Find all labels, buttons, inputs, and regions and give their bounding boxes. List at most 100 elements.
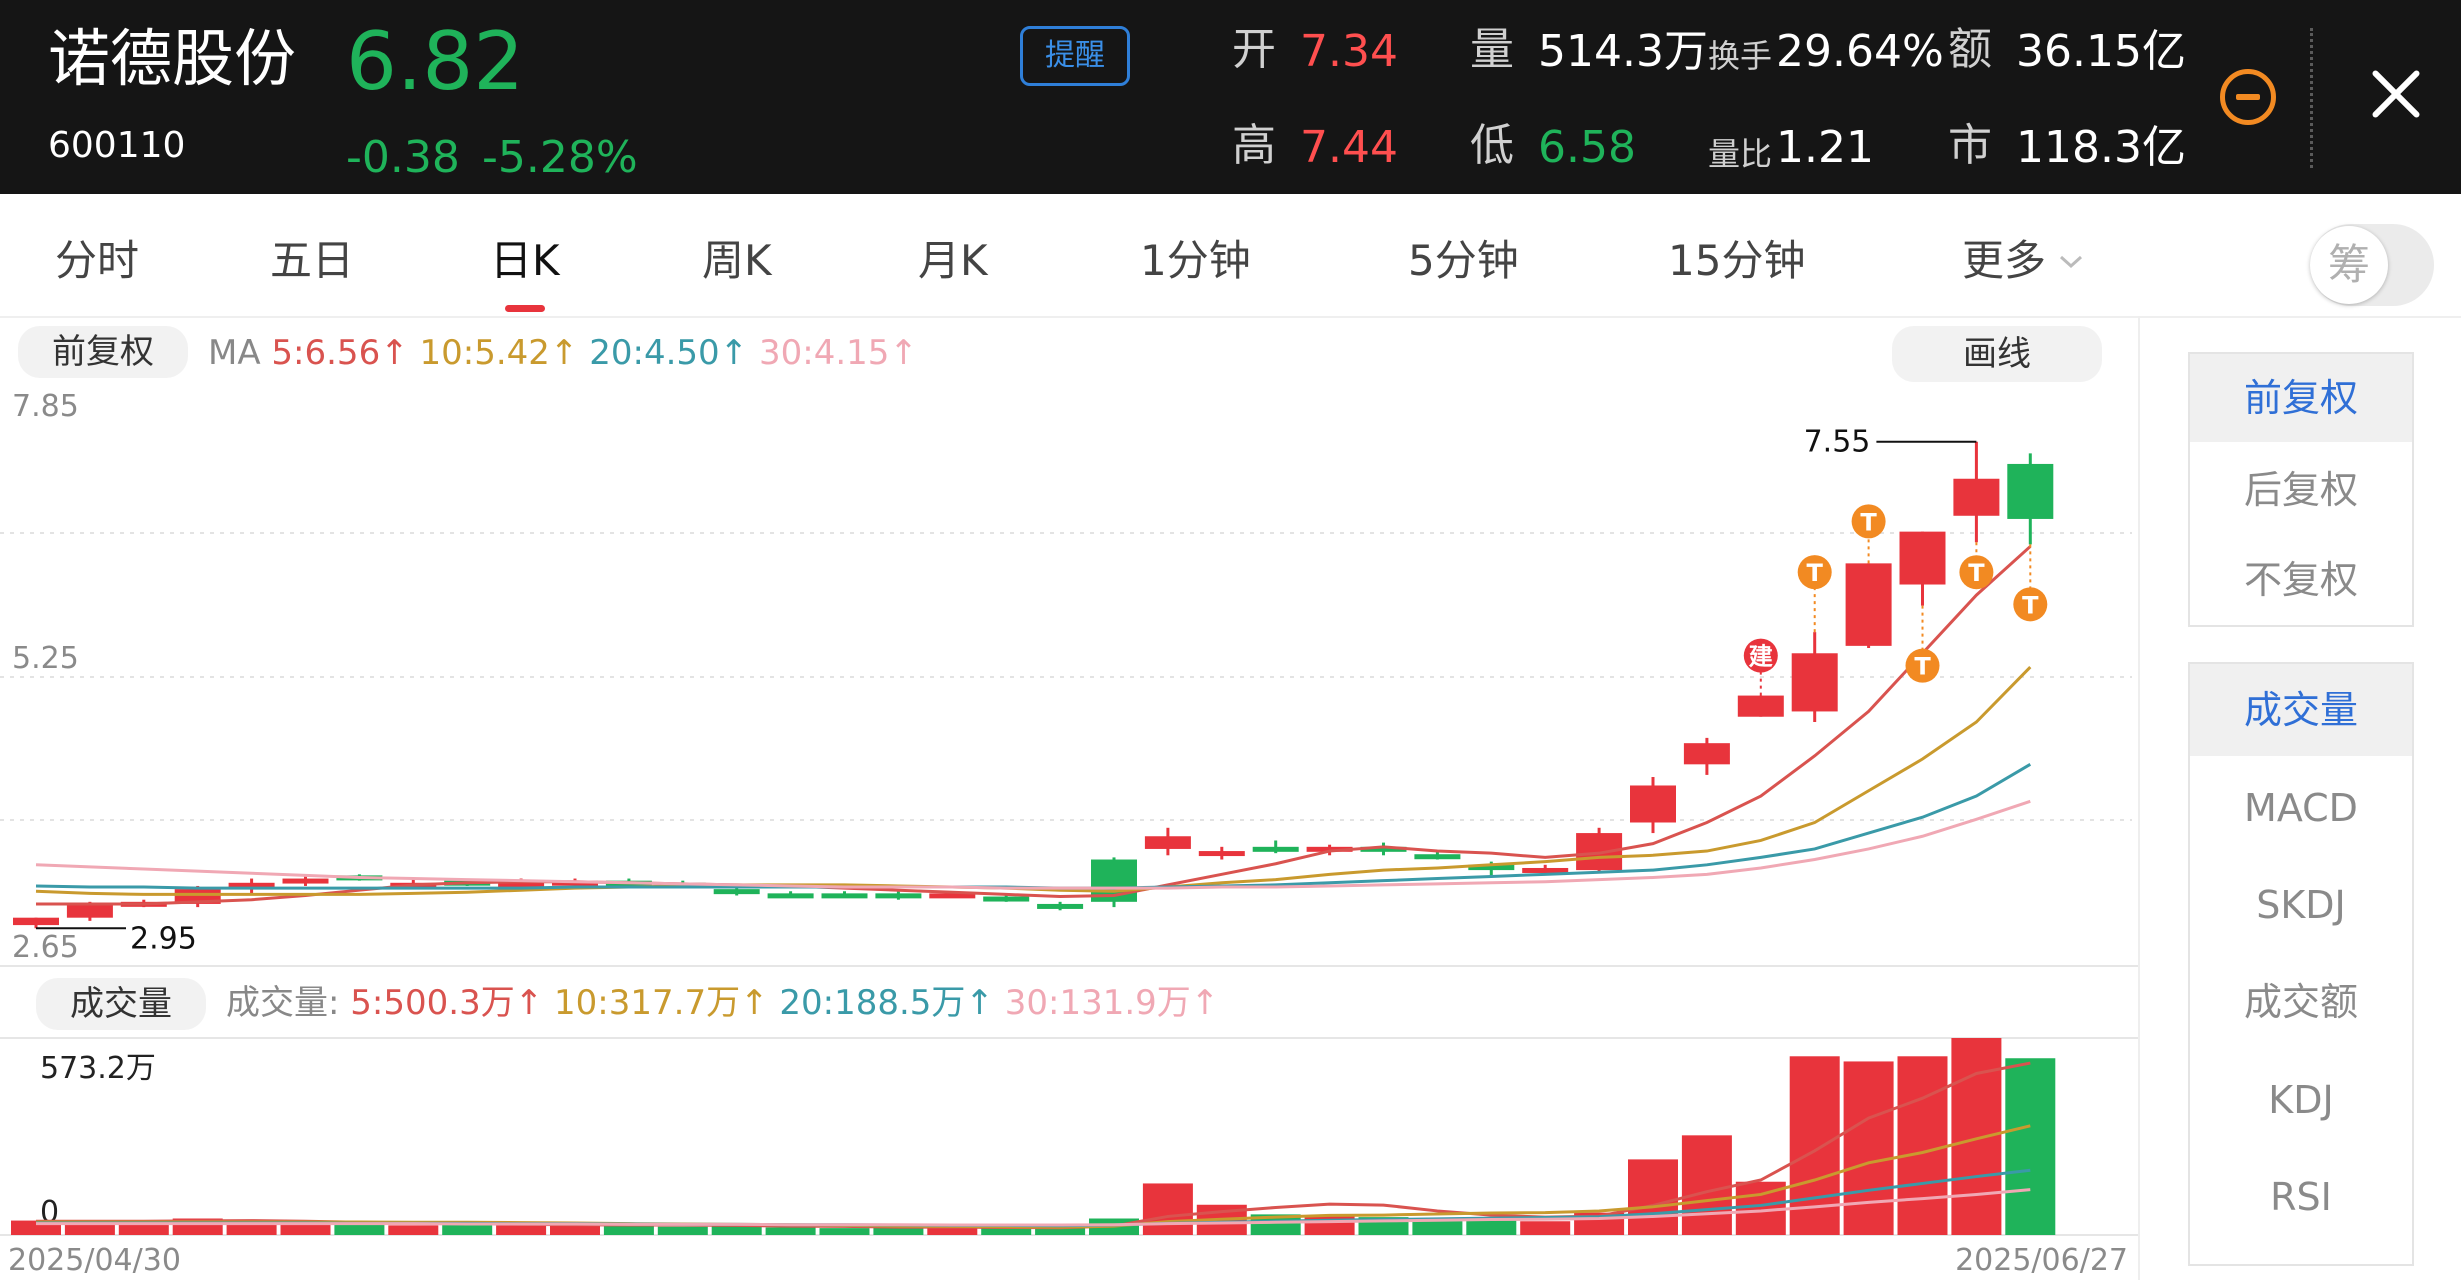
ma-legend-20: 20:4.50↑ <box>589 333 749 373</box>
adjust-options-panel: 前复权 后复权 不复权 <box>2188 352 2414 627</box>
ma-legend: MA 5:6.56↑ 10:5.42↑ 20:4.50↑ 30:4.15↑ <box>208 336 918 370</box>
volume-bar <box>1628 1159 1678 1235</box>
volume-bar <box>496 1224 547 1235</box>
quote-value-turnover: 29.64% <box>1776 26 1944 77</box>
kline-chart[interactable]: 7.85 5.25 2.65 建TTTTT 7.55 2.95 573.2万 0… <box>0 390 2140 1280</box>
signal-badge-label: 建 <box>1749 643 1773 671</box>
candle-body <box>875 893 922 899</box>
candle-series <box>13 441 2054 929</box>
signal-badge-label: T <box>1807 559 1824 587</box>
indicator-volume[interactable]: 成交量 <box>2190 664 2412 756</box>
candle-body <box>1037 903 1084 909</box>
volume-bar <box>1466 1219 1517 1235</box>
volume-bar <box>334 1224 385 1235</box>
stock-name: 诺德股份 <box>48 22 297 95</box>
tab-weekly-k[interactable]: 周K <box>702 240 772 282</box>
quote-label-market-cap: 市 <box>1948 120 1992 171</box>
date-start-label: 2025/04/30 <box>8 1243 181 1278</box>
option-backward-adjust[interactable]: 后复权 <box>2190 446 2412 534</box>
adjust-mode-pill[interactable]: 前复权 <box>18 326 188 378</box>
current-price: 6.82 <box>346 15 525 108</box>
high-marker-label: 7.55 <box>1804 425 1871 460</box>
volume-bar <box>711 1226 762 1235</box>
quote-label-open: 开 <box>1232 24 1276 75</box>
header-divider <box>2310 28 2313 168</box>
quote-value-low: 6.58 <box>1538 122 1636 173</box>
volume-bar <box>603 1226 654 1235</box>
ma-line <box>35 799 2031 890</box>
stock-code: 600110 <box>48 125 186 166</box>
candle-body <box>1683 743 1730 765</box>
ma-line <box>35 763 2032 890</box>
draw-line-button[interactable]: 画线 <box>1892 326 2102 382</box>
signal-badge-label: T <box>1968 559 1985 587</box>
quote-label-turnover: 换手 <box>1708 37 1773 75</box>
indicator-amount[interactable]: 成交额 <box>2190 956 2412 1048</box>
candle-body <box>66 903 113 918</box>
option-no-adjust[interactable]: 不复权 <box>2190 536 2412 624</box>
candle-body <box>1791 653 1838 712</box>
indicator-panel: 成交量 MACD SKDJ 成交额 KDJ RSI <box>2188 662 2414 1266</box>
price-axis-top: 7.85 <box>12 390 79 424</box>
tab-1min[interactable]: 1分钟 <box>1140 240 1251 282</box>
candle-body <box>13 917 59 926</box>
price-change: -0.38 <box>346 132 460 183</box>
active-tab-indicator <box>505 305 545 312</box>
tab-intraday[interactable]: 分时 <box>55 240 139 282</box>
candle-body <box>983 896 1030 902</box>
candle-body <box>1845 563 1892 646</box>
tab-five-day[interactable]: 五日 <box>270 240 354 282</box>
ma-legend-5: 5:6.56↑ <box>271 333 409 373</box>
volume-bar <box>550 1225 600 1235</box>
volume-bar <box>1304 1215 1355 1235</box>
quote-label-high: 高 <box>1232 120 1276 171</box>
candle-body <box>1630 785 1676 823</box>
volume-bar <box>280 1224 331 1235</box>
volume-bar <box>442 1224 493 1235</box>
volume-bar <box>1951 1038 2002 1235</box>
signal-badge-label: T <box>2022 591 2039 619</box>
candle-body <box>282 878 329 884</box>
candle-body <box>713 889 760 895</box>
indicator-skdj[interactable]: SKDJ <box>2190 859 2412 951</box>
date-end-label: 2025/06/27 <box>1955 1243 2128 1278</box>
price-axis-bottom: 2.65 <box>12 930 79 965</box>
low-marker-label: 2.95 <box>130 921 197 956</box>
alert-button[interactable]: 提醒 <box>1020 26 1130 86</box>
quote-label-low: 低 <box>1470 120 1514 171</box>
signal-badge-label: T <box>1860 508 1877 536</box>
tab-more[interactable]: 更多 <box>1962 240 2046 282</box>
indicator-rsi[interactable]: RSI <box>2190 1151 2412 1243</box>
candle-body <box>1899 531 1946 585</box>
volume-bar <box>1897 1056 1948 1235</box>
ma-legend-prefix: MA <box>208 333 261 373</box>
candle-body <box>1252 846 1299 852</box>
volume-bar <box>1142 1183 1193 1235</box>
indicator-kdj[interactable]: KDJ <box>2190 1054 2412 1146</box>
period-tabs: 分时 五日 日K 周K 月K 1分钟 5分钟 15分钟 更多 <box>0 212 2461 318</box>
quote-value-open: 7.34 <box>1300 26 1398 77</box>
quote-label-volume-ratio: 量比 <box>1708 135 1773 173</box>
close-icon[interactable] <box>2364 64 2424 124</box>
tab-15min[interactable]: 15分钟 <box>1668 240 1805 282</box>
candle-body <box>1737 695 1784 717</box>
ma-legend-10: 10:5.42↑ <box>419 333 579 373</box>
chip-distribution-toggle[interactable]: 筹 <box>2310 224 2434 306</box>
tab-daily-k[interactable]: 日K <box>490 240 560 282</box>
quote-label-volume: 量 <box>1470 24 1514 75</box>
candle-body <box>821 893 868 899</box>
indicator-macd[interactable]: MACD <box>2190 762 2412 854</box>
candle-body <box>1414 854 1461 860</box>
candle-body <box>1953 478 2000 516</box>
chip-toggle-knob: 筹 <box>2310 226 2388 304</box>
volume-bar <box>2005 1058 2056 1235</box>
minimize-icon[interactable] <box>2220 69 2276 125</box>
tab-5min[interactable]: 5分钟 <box>1408 240 1519 282</box>
chevron-down-icon <box>2059 255 2083 269</box>
volume-bar <box>1681 1135 1732 1235</box>
tab-monthly-k[interactable]: 月K <box>918 240 988 282</box>
volume-bar <box>981 1228 1032 1235</box>
ma-lines <box>35 545 2032 906</box>
option-forward-adjust[interactable]: 前复权 <box>2190 354 2412 442</box>
quote-value-high: 7.44 <box>1300 122 1398 173</box>
